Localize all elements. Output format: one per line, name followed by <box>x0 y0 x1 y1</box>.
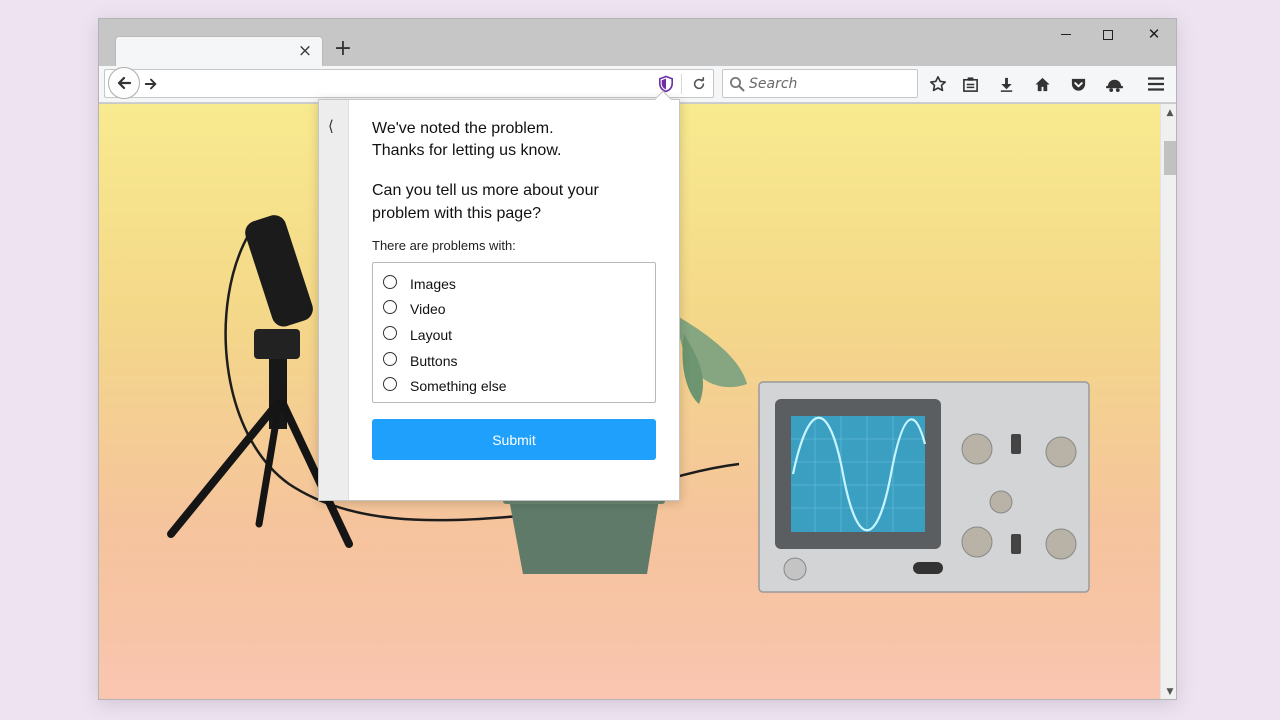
url-bar[interactable] <box>104 67 714 99</box>
radio-layout[interactable] <box>383 325 397 340</box>
scroll-down-arrow-icon[interactable]: ▼ <box>1164 686 1176 698</box>
pocket-button[interactable] <box>1067 73 1089 95</box>
radio-something-else[interactable] <box>383 377 397 392</box>
radio-images[interactable] <box>383 274 397 289</box>
option-label: Images <box>410 275 456 292</box>
option-label: Layout <box>410 326 453 343</box>
panel-back-button[interactable]: ⟨ <box>328 117 334 135</box>
radio-video[interactable] <box>383 300 397 315</box>
maximize-icon <box>1103 29 1113 40</box>
search-icon <box>730 77 745 92</box>
navigation-toolbar <box>99 66 1176 103</box>
minimize-icon <box>1061 34 1071 35</box>
option-label: Buttons <box>410 352 458 369</box>
menu-icon <box>1148 77 1164 91</box>
sync-icon <box>1105 79 1123 92</box>
panel-body: We've noted the problem. Thanks for lett… <box>372 118 658 460</box>
window-close-button[interactable]: ✕ <box>1141 23 1167 45</box>
tab-strip: × + ✕ <box>99 19 1176 67</box>
option-label: Video <box>410 301 446 318</box>
new-tab-button[interactable]: + <box>333 38 353 60</box>
reading-list-button[interactable] <box>959 73 981 95</box>
url-separator <box>681 74 682 94</box>
pocket-icon <box>1071 78 1085 91</box>
reload-button[interactable] <box>689 74 709 94</box>
panel-sidebar: ⟨ <box>319 100 349 500</box>
submit-button[interactable]: Submit <box>372 419 656 460</box>
option-label: Something else <box>410 378 507 395</box>
back-button[interactable] <box>108 67 140 99</box>
download-icon <box>1000 77 1012 92</box>
forward-button[interactable] <box>141 74 161 94</box>
shield-icon[interactable] <box>657 75 675 93</box>
menu-button[interactable] <box>1145 73 1167 95</box>
back-arrow-icon <box>117 76 132 90</box>
panel-question: Can you tell us more about your problem … <box>372 182 599 222</box>
forward-arrow-icon <box>144 78 157 90</box>
report-problem-panel: ⟨ We've noted the problem. Thanks for le… <box>318 90 680 501</box>
bookmark-star-icon <box>930 76 946 92</box>
browser-tab[interactable]: × <box>115 36 323 67</box>
search-input[interactable] <box>749 72 914 96</box>
scroll-up-arrow-icon[interactable]: ▲ <box>1164 107 1176 119</box>
option-something-else[interactable]: Something else <box>383 373 655 399</box>
maximize-button[interactable] <box>1095 23 1121 45</box>
home-button[interactable] <box>1031 73 1053 95</box>
search-bar[interactable] <box>722 69 918 98</box>
option-images[interactable]: Images <box>383 271 655 297</box>
download-button[interactable] <box>995 73 1017 95</box>
minimize-button[interactable] <box>1053 23 1079 45</box>
option-layout[interactable]: Layout <box>383 322 655 348</box>
reload-icon <box>693 77 705 90</box>
panel-heading-line-1: We've noted the problem. <box>372 120 554 137</box>
problem-options: Images Video Layout Buttons Something el… <box>372 262 656 403</box>
option-video[interactable]: Video <box>383 297 655 323</box>
home-icon <box>1034 77 1050 91</box>
reading-list-icon <box>962 76 978 92</box>
radio-buttons[interactable] <box>383 351 397 366</box>
tab-close-icon[interactable]: × <box>296 42 314 60</box>
problems-label: There are problems with: <box>372 238 516 253</box>
sync-button[interactable] <box>1103 73 1125 95</box>
bookmark-star-button[interactable] <box>927 73 949 95</box>
vertical-scrollbar[interactable]: ▲ ▼ <box>1160 104 1176 699</box>
option-buttons[interactable]: Buttons <box>383 348 655 374</box>
panel-heading-line-2: Thanks for letting us know. <box>372 142 562 159</box>
scroll-thumb[interactable] <box>1164 141 1176 175</box>
